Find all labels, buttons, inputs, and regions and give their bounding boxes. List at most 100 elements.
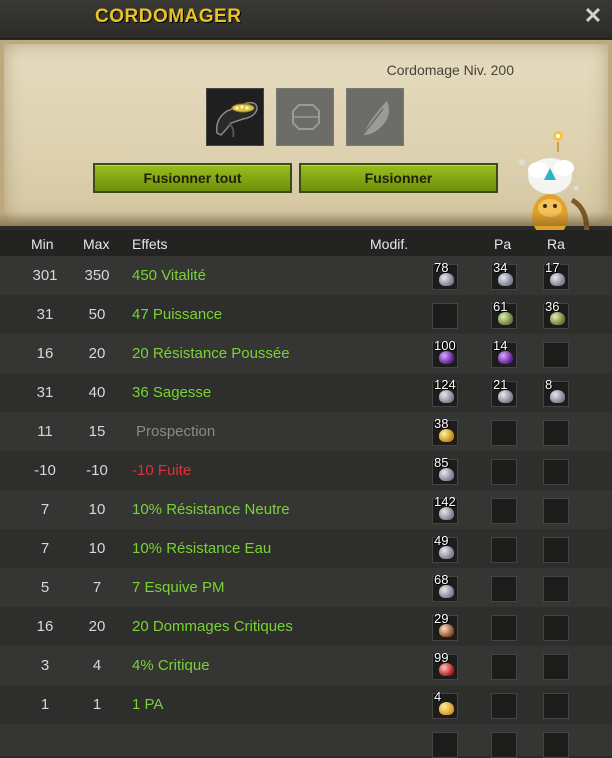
min-value: 11 [37,423,53,440]
min-value: -10 [34,462,56,479]
max-value: 20 [88,618,106,635]
max-value: 40 [88,384,106,401]
rune-count: 68 [434,572,449,587]
rune-modif-slot[interactable]: 85 [432,455,458,485]
effect-label: 47 Puissance [132,306,223,323]
rune-count: 38 [434,416,449,431]
fuse-button[interactable]: Fusionner [299,163,498,193]
rune-slot[interactable] [276,88,334,146]
effect-label: 20 Résistance Poussée [132,345,290,362]
effect-label: 20 Dommages Critiques [132,618,293,635]
rune-count: 36 [545,299,560,314]
rune-count: 29 [434,611,449,626]
rune-ra-slot[interactable] [543,693,569,719]
title-bar: CORDOMAGER ✕ [0,0,612,39]
rune-modif-slot[interactable]: 124 [432,377,458,407]
rune-ra-slot[interactable]: 17 [543,260,569,290]
rune-modif-slot[interactable]: 78 [432,260,458,290]
rune-ra-slot[interactable] [543,654,569,680]
rune-modif-slot[interactable]: 29 [432,611,458,641]
rune-count: 142 [434,494,456,509]
min-value: 3 [40,657,50,674]
table-row: 5 7 7 Esquive PM 68 [0,568,612,607]
rune-modif-slot[interactable]: 38 [432,416,458,446]
table-row: 16 20 20 Résistance Poussée 100 14 [0,334,612,373]
rune-modif-slot[interactable]: 68 [432,572,458,602]
rune-pa-slot[interactable] [491,537,517,563]
effect-label: 36 Sagesse [132,384,212,401]
rune-pa-slot[interactable] [491,576,517,602]
rune-count: 100 [434,338,456,353]
item-slot[interactable] [206,88,264,146]
effect-label: 7 Esquive PM [132,579,225,596]
rune-ra-slot[interactable]: 36 [543,299,569,329]
max-value: 20 [88,345,106,362]
rune-modif-slot[interactable]: 142 [432,494,458,524]
rune-ra-slot[interactable] [543,342,569,368]
rune-modif-slot[interactable]: 49 [432,533,458,563]
rune-pa-slot[interactable]: 14 [491,338,517,368]
rune-pa-slot[interactable]: 34 [491,260,517,290]
rune-count: 124 [434,377,456,392]
header-effects: Effets [132,236,168,252]
rune-ra-slot[interactable] [543,498,569,524]
rune-count: 78 [434,260,449,275]
rune-ra-slot[interactable] [543,420,569,446]
min-value: 301 [32,267,58,284]
table-header: Min Max Effets Modif. Pa Ra [0,230,612,256]
rune-slot-icon [292,104,320,130]
max-value: 4 [92,657,102,674]
effect-label: Prospection [136,423,216,440]
header-ra: Ra [547,236,565,252]
fuse-all-button[interactable]: Fusionner tout [93,163,292,193]
feather-icon [360,101,389,138]
rune-ra-slot[interactable] [543,459,569,485]
header-max: Max [83,236,110,252]
job-level: Cordomage Niv. 200 [386,62,514,78]
rune-ra-slot[interactable] [543,732,569,758]
min-value: 16 [36,345,54,362]
rune-ra-slot[interactable] [543,576,569,602]
rune-pa-slot[interactable] [491,420,517,446]
rune-pa-slot[interactable] [491,615,517,641]
max-value: -10 [86,462,108,479]
table-row: 16 20 20 Dommages Critiques 29 [0,607,612,646]
rune-ra-slot[interactable]: 8 [543,377,569,407]
table-row: 7 10 10% Résistance Eau 49 [0,529,612,568]
rune-count: 14 [493,338,508,353]
potion-slot[interactable] [346,88,404,146]
rune-count: 99 [434,650,449,665]
table-row: 31 50 47 Puissance 61 36 [0,295,612,334]
rune-modif-slot[interactable]: 100 [432,338,458,368]
rune-icon [439,702,454,715]
effect-label: 10% Résistance Neutre [132,501,290,518]
rune-pa-slot[interactable] [491,459,517,485]
min-value: 5 [40,579,50,596]
effect-label: -10 Fuite [132,462,192,479]
min-value: 31 [36,384,54,401]
header-pa: Pa [494,236,512,252]
rune-modif-slot[interactable] [432,303,458,329]
rune-modif-slot[interactable]: 99 [432,650,458,680]
rune-pa-slot[interactable]: 21 [491,377,517,407]
rune-ra-slot[interactable] [543,615,569,641]
rune-modif-slot[interactable] [432,732,458,758]
min-value: 1 [40,696,50,713]
header-modif: Modif. [370,236,409,252]
max-value: 350 [84,267,110,284]
rune-count: 8 [545,377,553,392]
close-icon[interactable]: ✕ [582,5,604,27]
rune-pa-slot[interactable] [491,693,517,719]
rune-pa-slot[interactable]: 61 [491,299,517,329]
min-value: 16 [36,618,54,635]
max-value: 10 [88,540,106,557]
min-value: 7 [40,501,50,518]
rune-ra-slot[interactable] [543,537,569,563]
rune-pa-slot[interactable] [491,498,517,524]
effect-label: 1 PA [132,696,164,713]
table-row: 1 1 1 PA 4 [0,685,612,724]
rune-pa-slot[interactable] [491,654,517,680]
rune-modif-slot[interactable]: 4 [432,689,458,719]
effect-label: 10% Résistance Eau [132,540,272,557]
rune-pa-slot[interactable] [491,732,517,758]
